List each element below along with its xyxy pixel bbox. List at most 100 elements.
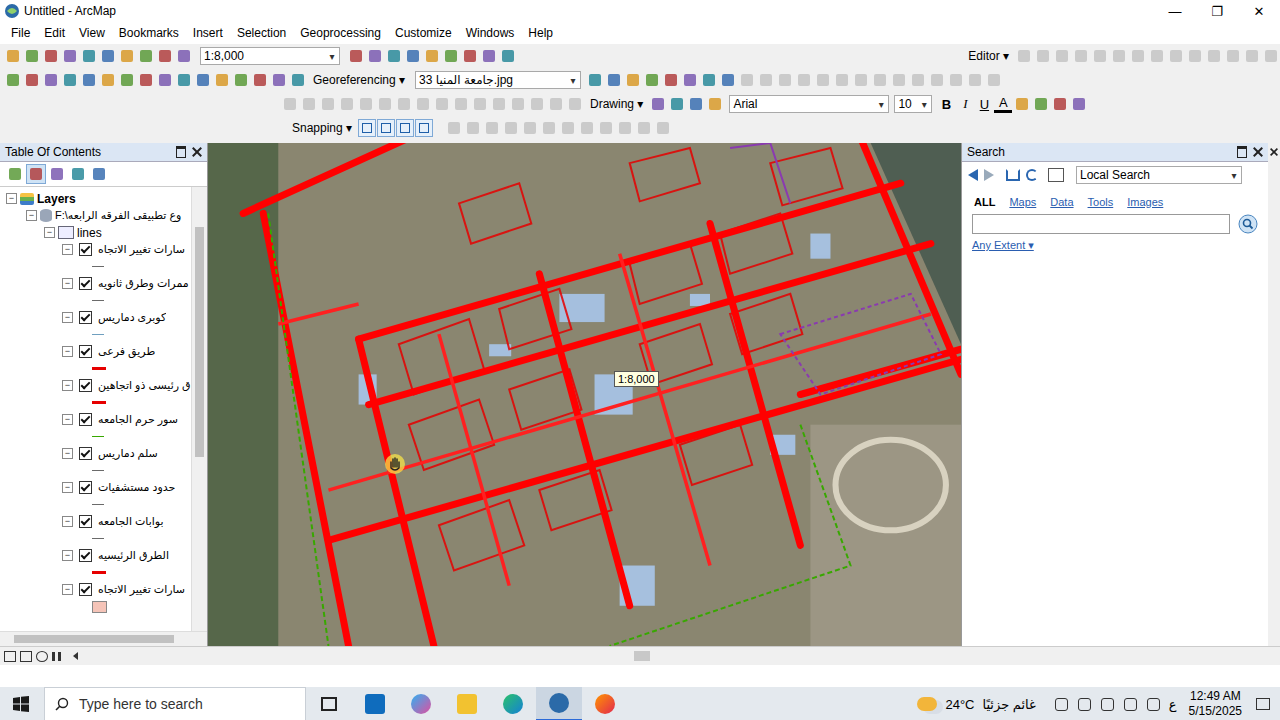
map-view[interactable]: 1:8,000 (208, 143, 961, 646)
extent-filter[interactable]: Any Extent ▾ (962, 234, 1268, 252)
color-tool-icon[interactable] (1013, 95, 1031, 113)
tool-icon[interactable] (232, 71, 250, 89)
georeferencing-menu[interactable]: Georeferencing ▾ (308, 73, 410, 87)
tray-icon[interactable] (1124, 698, 1137, 711)
color-tool-icon[interactable] (1032, 95, 1050, 113)
back-icon[interactable] (968, 169, 978, 181)
options-icon[interactable] (1048, 168, 1064, 182)
layer-item[interactable]: −الطرق الرئيسيه (0, 547, 191, 581)
window-control[interactable]: ✕ (1238, 4, 1280, 19)
layer-item[interactable]: −ق رئيسى ذو اتجاهين (0, 377, 191, 411)
layer-item[interactable]: −سارات تغيير الاتجاه (0, 241, 191, 275)
refresh-icon[interactable] (1026, 169, 1038, 181)
tool-icon[interactable] (61, 47, 79, 65)
input-language[interactable]: ع (1165, 697, 1181, 712)
tray-icon[interactable] (1078, 698, 1091, 711)
search-filter[interactable]: Images (1127, 196, 1163, 208)
map-scrollbar[interactable] (84, 650, 954, 662)
menu-item[interactable]: Help (521, 26, 560, 40)
layer-item[interactable]: −سارات تغيير الاتجاه (0, 581, 191, 615)
close-icon[interactable] (192, 147, 202, 157)
layer-checkbox[interactable] (79, 481, 92, 494)
draw-tool-icon[interactable] (649, 95, 667, 113)
menu-item[interactable]: View (72, 26, 112, 40)
tool-icon[interactable] (499, 47, 517, 65)
scale-combo[interactable]: 1:8,000▾ (200, 47, 340, 65)
editor-menu[interactable]: Editor ▾ (963, 49, 1014, 63)
tool-icon[interactable] (251, 71, 269, 89)
layer-checkbox[interactable] (79, 447, 92, 460)
tray-icon[interactable] (1101, 698, 1114, 711)
tool-icon[interactable] (213, 71, 231, 89)
georef-tool-icon[interactable] (586, 71, 604, 89)
color-tool-icon[interactable] (1051, 95, 1069, 113)
menu-item[interactable]: File (4, 26, 37, 40)
tool-icon[interactable] (347, 47, 365, 65)
toc-view-icon[interactable] (6, 165, 24, 183)
windows-start-icon[interactable] (12, 695, 30, 713)
pause-drawing-icon[interactable] (52, 652, 61, 661)
layer-checkbox[interactable] (79, 549, 92, 562)
layer-item[interactable]: −سلم دماريس (0, 445, 191, 479)
toc-view-icon[interactable] (27, 165, 45, 183)
menu-item[interactable]: Windows (459, 26, 522, 40)
tool-icon[interactable] (80, 71, 98, 89)
toc-view-icon[interactable] (69, 165, 87, 183)
taskbar-search[interactable]: Type here to search (44, 687, 306, 720)
search-input[interactable] (972, 214, 1230, 234)
menu-item[interactable]: Selection (230, 26, 293, 40)
draw-tool-icon[interactable] (668, 95, 686, 113)
home-icon[interactable] (1006, 169, 1020, 181)
tool-icon[interactable] (4, 47, 22, 65)
menu-item[interactable]: Bookmarks (112, 26, 186, 40)
search-filter[interactable]: ALL (974, 196, 995, 208)
outlook-icon[interactable] (352, 687, 398, 720)
tool-icon[interactable] (442, 47, 460, 65)
tool-icon[interactable] (99, 71, 117, 89)
layer-checkbox[interactable] (79, 379, 92, 392)
georef-tool-icon[interactable] (624, 71, 642, 89)
layer-checkbox[interactable] (79, 277, 92, 290)
format-button[interactable]: I (956, 96, 974, 112)
copilot-icon[interactable] (398, 687, 444, 720)
layer-checkbox[interactable] (79, 311, 92, 324)
toc-view-icon[interactable] (48, 165, 66, 183)
arcmap-task-icon[interactable] (536, 687, 582, 720)
tool-icon[interactable] (42, 47, 60, 65)
tool-icon[interactable] (175, 47, 193, 65)
layer-item[interactable]: −ممرات وطرق ثانويه (0, 275, 191, 309)
font-color-button[interactable]: A (994, 96, 1012, 113)
search-filter[interactable]: Tools (1088, 196, 1114, 208)
tool-icon[interactable] (385, 47, 403, 65)
tool-icon[interactable] (404, 47, 422, 65)
task-view-icon[interactable] (306, 687, 352, 720)
tool-icon[interactable] (118, 71, 136, 89)
toc-hscrollbar[interactable] (0, 631, 207, 646)
dock-icon[interactable] (1237, 146, 1247, 158)
search-filter[interactable]: Maps (1009, 196, 1036, 208)
snap-tool-icon[interactable] (358, 119, 376, 137)
georef-layer-combo[interactable]: جامعة المنيا 33.jpg▾ (415, 71, 581, 89)
tool-icon[interactable] (480, 47, 498, 65)
tree-group[interactable]: −lines (0, 224, 191, 241)
tool-icon[interactable] (175, 71, 193, 89)
tool-icon[interactable] (118, 47, 136, 65)
tool-icon[interactable] (156, 47, 174, 65)
notification-icon[interactable] (1256, 698, 1270, 710)
georef-tool-icon[interactable] (643, 71, 661, 89)
forward-icon[interactable] (984, 169, 994, 181)
tool-icon[interactable] (99, 47, 117, 65)
layer-checkbox[interactable] (79, 583, 92, 596)
tool-icon[interactable] (4, 71, 22, 89)
tool-icon[interactable] (137, 47, 155, 65)
georef-tool-icon[interactable] (700, 71, 718, 89)
layer-checkbox[interactable] (79, 515, 92, 528)
tray-icon[interactable] (1147, 698, 1160, 711)
tool-icon[interactable] (80, 47, 98, 65)
edge-icon[interactable] (490, 687, 536, 720)
tool-icon[interactable] (137, 71, 155, 89)
snap-tool-icon[interactable] (396, 119, 414, 137)
toc-scrollbar[interactable] (191, 187, 207, 631)
toc-view-icon[interactable] (90, 165, 108, 183)
tool-icon[interactable] (23, 71, 41, 89)
